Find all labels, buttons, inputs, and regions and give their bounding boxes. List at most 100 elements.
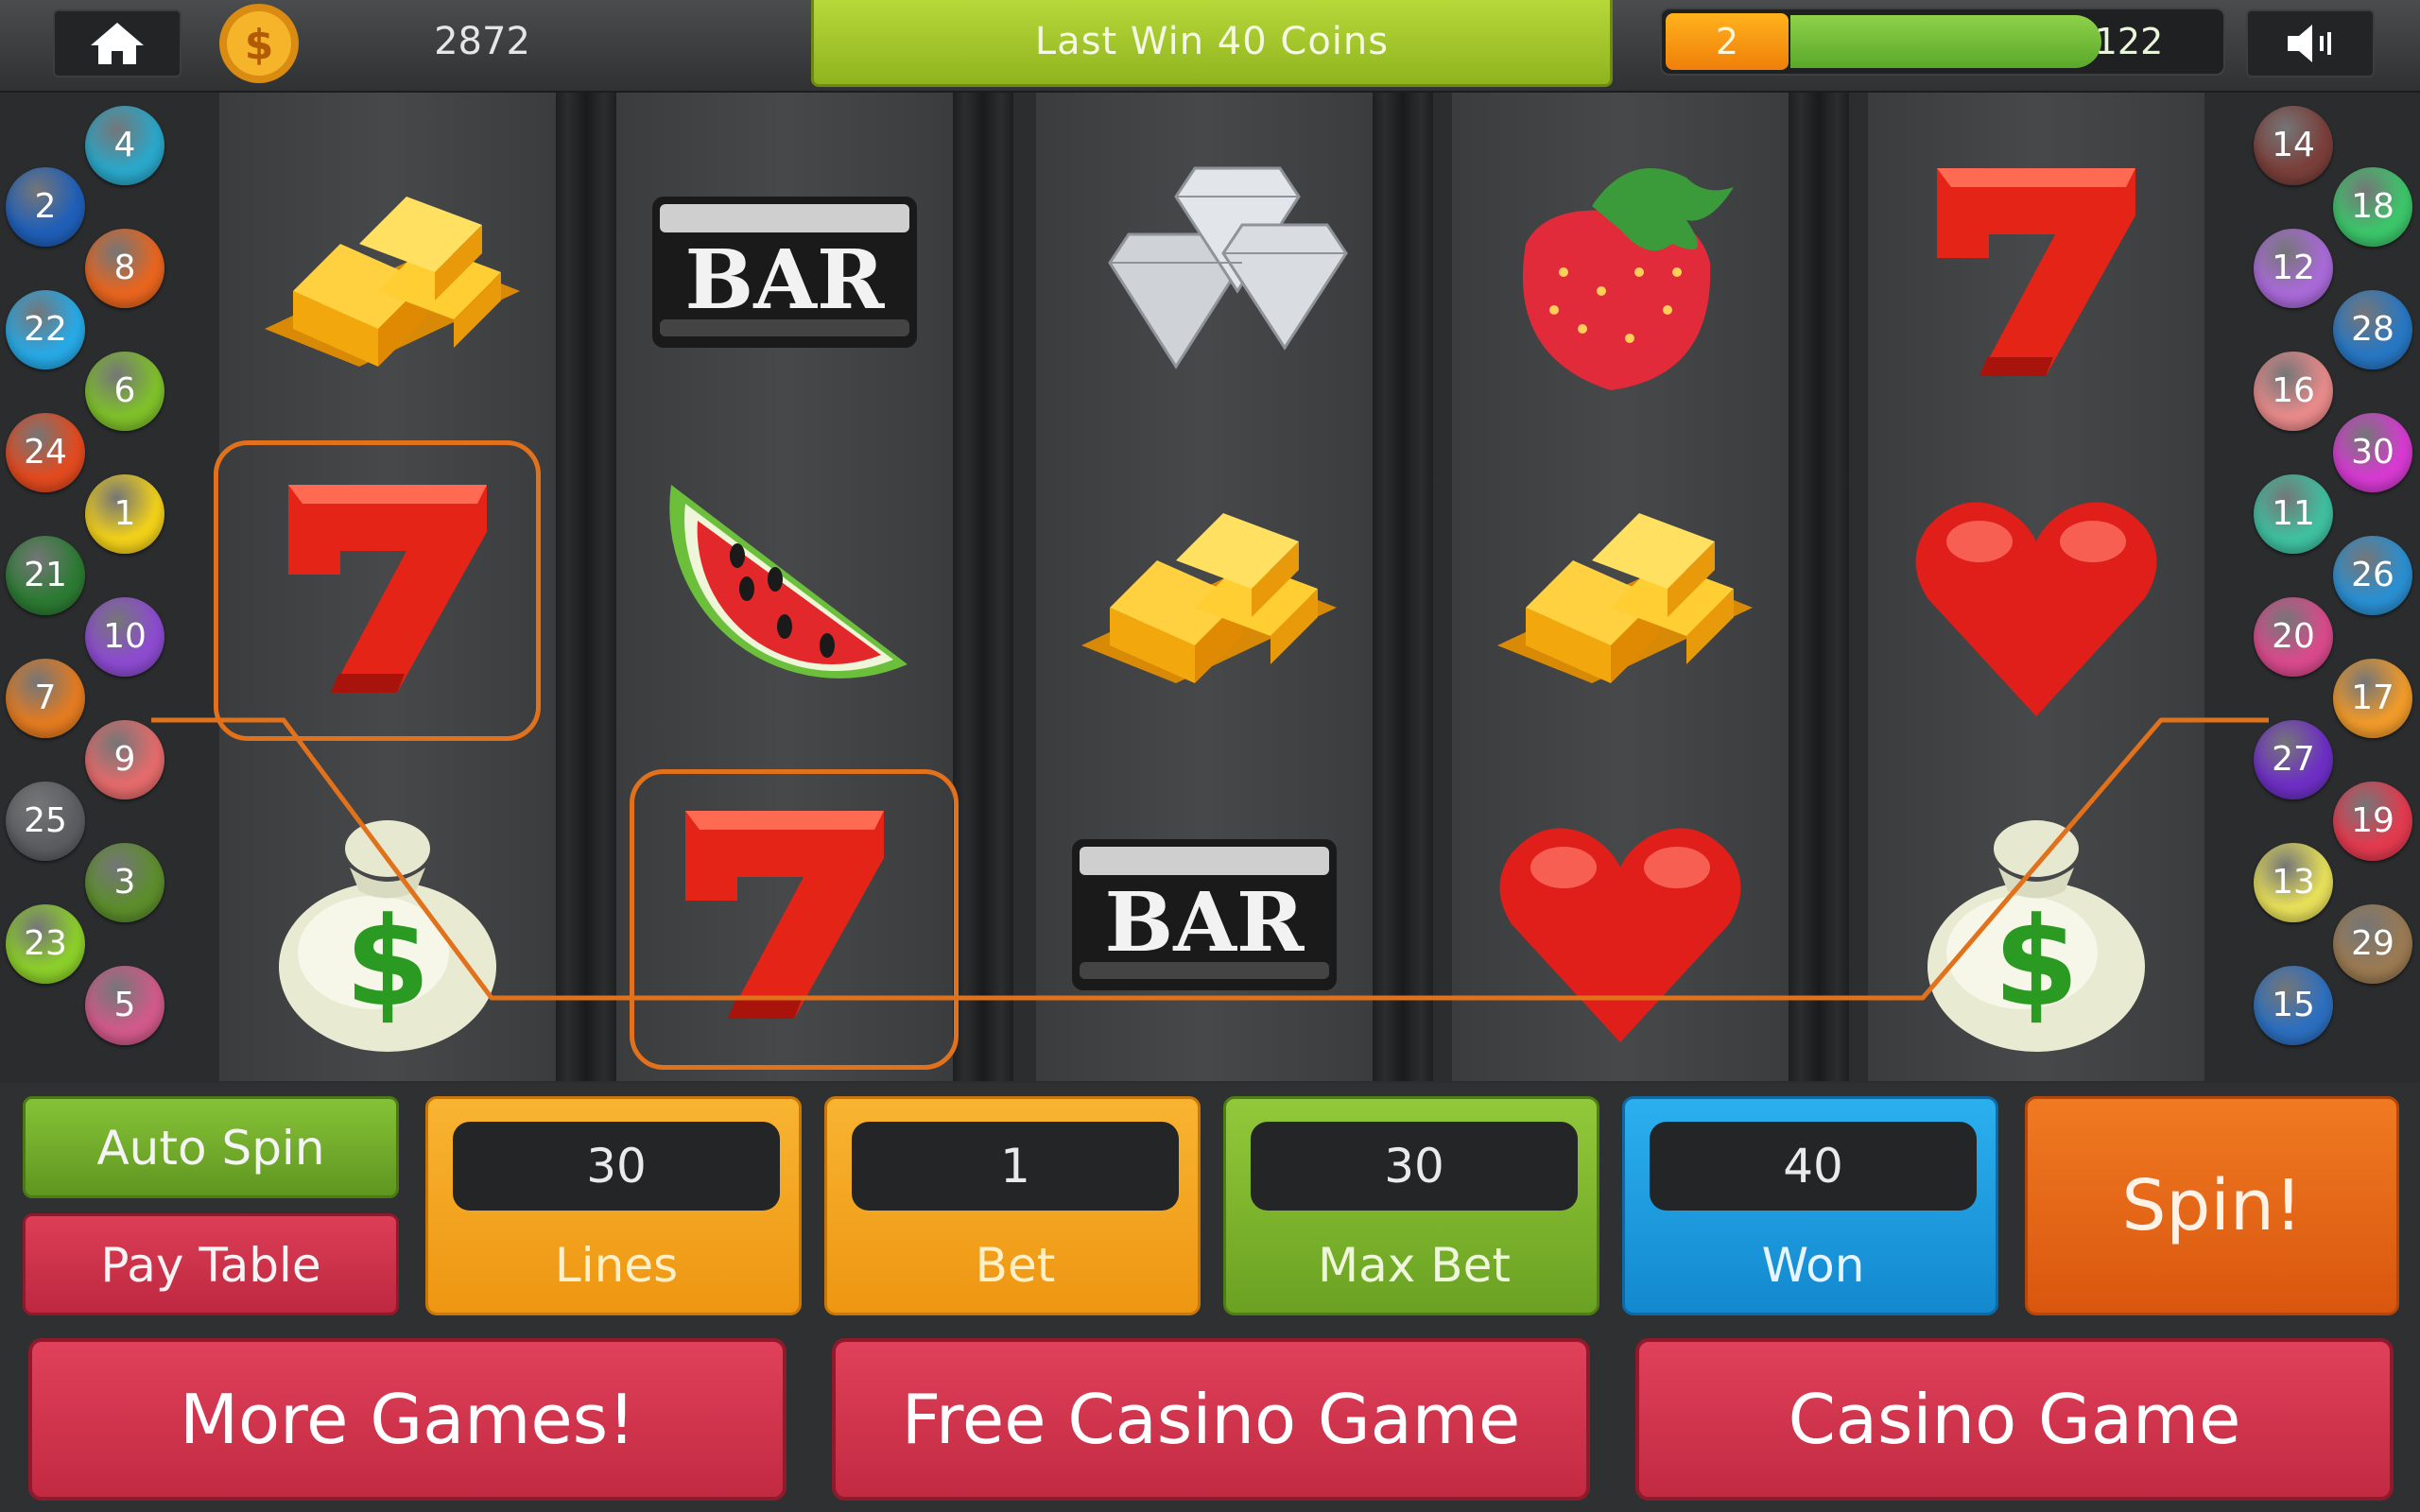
reel-5: $ bbox=[1868, 93, 2204, 1081]
payline-badge-5[interactable]: 5 bbox=[85, 966, 164, 1045]
watermelon-symbol bbox=[616, 428, 953, 749]
level-progress-bar: 2 122 bbox=[1660, 8, 2225, 76]
gold-bars-icon bbox=[1497, 513, 1753, 683]
payline-badge-3[interactable]: 3 bbox=[85, 843, 164, 922]
speaker-muted-icon bbox=[2288, 25, 2331, 62]
payline-badge-29[interactable]: 29 bbox=[2333, 904, 2412, 984]
reel-area: 4 2 8 22 6 24 1 21 10 7 9 25 3 23 5 14 18 12 28 16 30 11 26 20… bbox=[0, 93, 2420, 1081]
dollar-sign-glyph: $ bbox=[345, 890, 430, 1034]
bar-icon: BAR bbox=[1072, 839, 1337, 990]
diamonds-icon bbox=[1108, 166, 1348, 369]
winning-symbol-highlight bbox=[630, 769, 959, 1070]
payline-badge-7[interactable]: 7 bbox=[6, 659, 85, 738]
coin-dollar-glyph: $ bbox=[245, 21, 274, 69]
payline-badge-1[interactable]: 1 bbox=[85, 474, 164, 554]
bar-symbol: BAR bbox=[616, 112, 953, 433]
payline-badge-25[interactable]: 25 bbox=[6, 782, 85, 861]
won-value: 40 bbox=[1650, 1122, 1977, 1211]
payline-badge-26[interactable]: 26 bbox=[2333, 536, 2412, 615]
reel-divider bbox=[1373, 93, 1433, 1081]
more-games-button[interactable]: More Games! bbox=[28, 1338, 786, 1501]
payline-badge-22[interactable]: 22 bbox=[6, 290, 85, 369]
spin-button[interactable]: Spin! bbox=[2025, 1096, 2399, 1315]
lines-box[interactable]: 30 Lines bbox=[425, 1096, 802, 1315]
home-icon bbox=[91, 23, 144, 64]
control-panel: Auto Spin Pay Table 30 Lines 1 Bet 30 Ma… bbox=[0, 1083, 2420, 1512]
reel-divider bbox=[1789, 93, 1849, 1081]
coin-balance: 2872 bbox=[434, 20, 530, 63]
gold-bars-symbol bbox=[219, 112, 556, 433]
payline-badge-21[interactable]: 21 bbox=[6, 536, 85, 615]
watermelon-icon bbox=[669, 485, 908, 679]
payline-badge-6[interactable]: 6 bbox=[85, 352, 164, 431]
won-box: 40 Won bbox=[1622, 1096, 1998, 1315]
won-label: Won bbox=[1761, 1238, 1865, 1293]
strawberry-icon bbox=[1522, 168, 1734, 390]
payline-badge-23[interactable]: 23 bbox=[6, 904, 85, 984]
gold-bars-symbol bbox=[1036, 428, 1373, 749]
payline-badge-11[interactable]: 11 bbox=[2254, 474, 2333, 554]
auto-spin-button[interactable]: Auto Spin bbox=[23, 1096, 399, 1198]
lines-label: Lines bbox=[554, 1238, 679, 1293]
payline-badge-27[interactable]: 27 bbox=[2254, 720, 2333, 799]
payline-badge-16[interactable]: 16 bbox=[2254, 352, 2333, 431]
bar-symbol: BAR bbox=[1036, 754, 1373, 1075]
xp-fill bbox=[1790, 15, 2101, 68]
level-number: 2 bbox=[1666, 13, 1789, 70]
gold-bars-icon bbox=[265, 197, 520, 367]
diamonds-symbol bbox=[1036, 112, 1373, 433]
pay-table-button[interactable]: Pay Table bbox=[23, 1213, 399, 1315]
payline-badge-19[interactable]: 19 bbox=[2333, 782, 2412, 861]
payline-badge-8[interactable]: 8 bbox=[85, 229, 164, 308]
left-line-panel: 4 2 8 22 6 24 1 21 10 7 9 25 3 23 5 bbox=[0, 93, 219, 1081]
right-line-panel: 14 18 12 28 16 30 11 26 20 17 27 19 13 29 15 bbox=[2201, 93, 2420, 1081]
gold-bars-symbol bbox=[1452, 428, 1789, 749]
payline-badge-12[interactable]: 12 bbox=[2254, 229, 2333, 308]
coin-icon: $ bbox=[219, 4, 299, 83]
payline-badge-10[interactable]: 10 bbox=[85, 597, 164, 677]
lines-value: 30 bbox=[453, 1122, 780, 1211]
heart-symbol bbox=[1868, 428, 2204, 749]
home-button[interactable] bbox=[53, 9, 182, 77]
payline-badge-14[interactable]: 14 bbox=[2254, 106, 2333, 185]
payline-badge-24[interactable]: 24 bbox=[6, 413, 85, 492]
payline-badge-20[interactable]: 20 bbox=[2254, 597, 2333, 677]
casino-game-button[interactable]: Casino Game bbox=[1635, 1338, 2394, 1501]
xp-value: 122 bbox=[2072, 15, 2186, 68]
max-bet-value: 30 bbox=[1251, 1122, 1578, 1211]
gold-bars-icon bbox=[1081, 513, 1337, 683]
reel-divider bbox=[556, 93, 616, 1081]
strawberry-symbol bbox=[1452, 112, 1789, 433]
reel-3: BAR bbox=[1036, 93, 1373, 1081]
money-bag-icon: $ bbox=[1927, 820, 2145, 1052]
payline-badge-13[interactable]: 13 bbox=[2254, 843, 2333, 922]
bar-icon: BAR bbox=[652, 197, 917, 348]
payline-badge-2[interactable]: 2 bbox=[6, 167, 85, 247]
heart-icon bbox=[1499, 828, 1741, 1042]
bar-label: BAR bbox=[1105, 875, 1305, 971]
payline-badge-28[interactable]: 28 bbox=[2333, 290, 2412, 369]
bar-label: BAR bbox=[685, 232, 885, 328]
payline-badge-18[interactable]: 18 bbox=[2333, 167, 2412, 247]
bet-box[interactable]: 1 Bet bbox=[824, 1096, 1201, 1315]
reel-divider bbox=[953, 93, 1013, 1081]
reel-4 bbox=[1452, 93, 1789, 1081]
payline-badge-30[interactable]: 30 bbox=[2333, 413, 2412, 492]
free-casino-game-button[interactable]: Free Casino Game bbox=[832, 1338, 1590, 1501]
sound-button[interactable] bbox=[2246, 9, 2375, 77]
max-bet-box[interactable]: 30 Max Bet bbox=[1223, 1096, 1599, 1315]
payline-badge-15[interactable]: 15 bbox=[2254, 966, 2333, 1045]
seven-icon bbox=[1937, 168, 2135, 376]
money-bag-symbol: $ bbox=[219, 754, 556, 1075]
payline-badge-9[interactable]: 9 bbox=[85, 720, 164, 799]
top-bar: $ 2872 Last Win 40 Coins 2 122 bbox=[0, 0, 2420, 93]
heart-symbol bbox=[1452, 754, 1789, 1075]
winning-symbol-highlight bbox=[214, 440, 541, 741]
max-bet-label: Max Bet bbox=[1318, 1238, 1511, 1293]
payline-badge-17[interactable]: 17 bbox=[2333, 659, 2412, 738]
money-bag-icon: $ bbox=[279, 820, 496, 1052]
payline-badge-4[interactable]: 4 bbox=[85, 106, 164, 185]
money-bag-symbol: $ bbox=[1868, 754, 2204, 1075]
bet-value: 1 bbox=[852, 1122, 1179, 1211]
last-win-banner: Last Win 40 Coins bbox=[811, 0, 1613, 87]
